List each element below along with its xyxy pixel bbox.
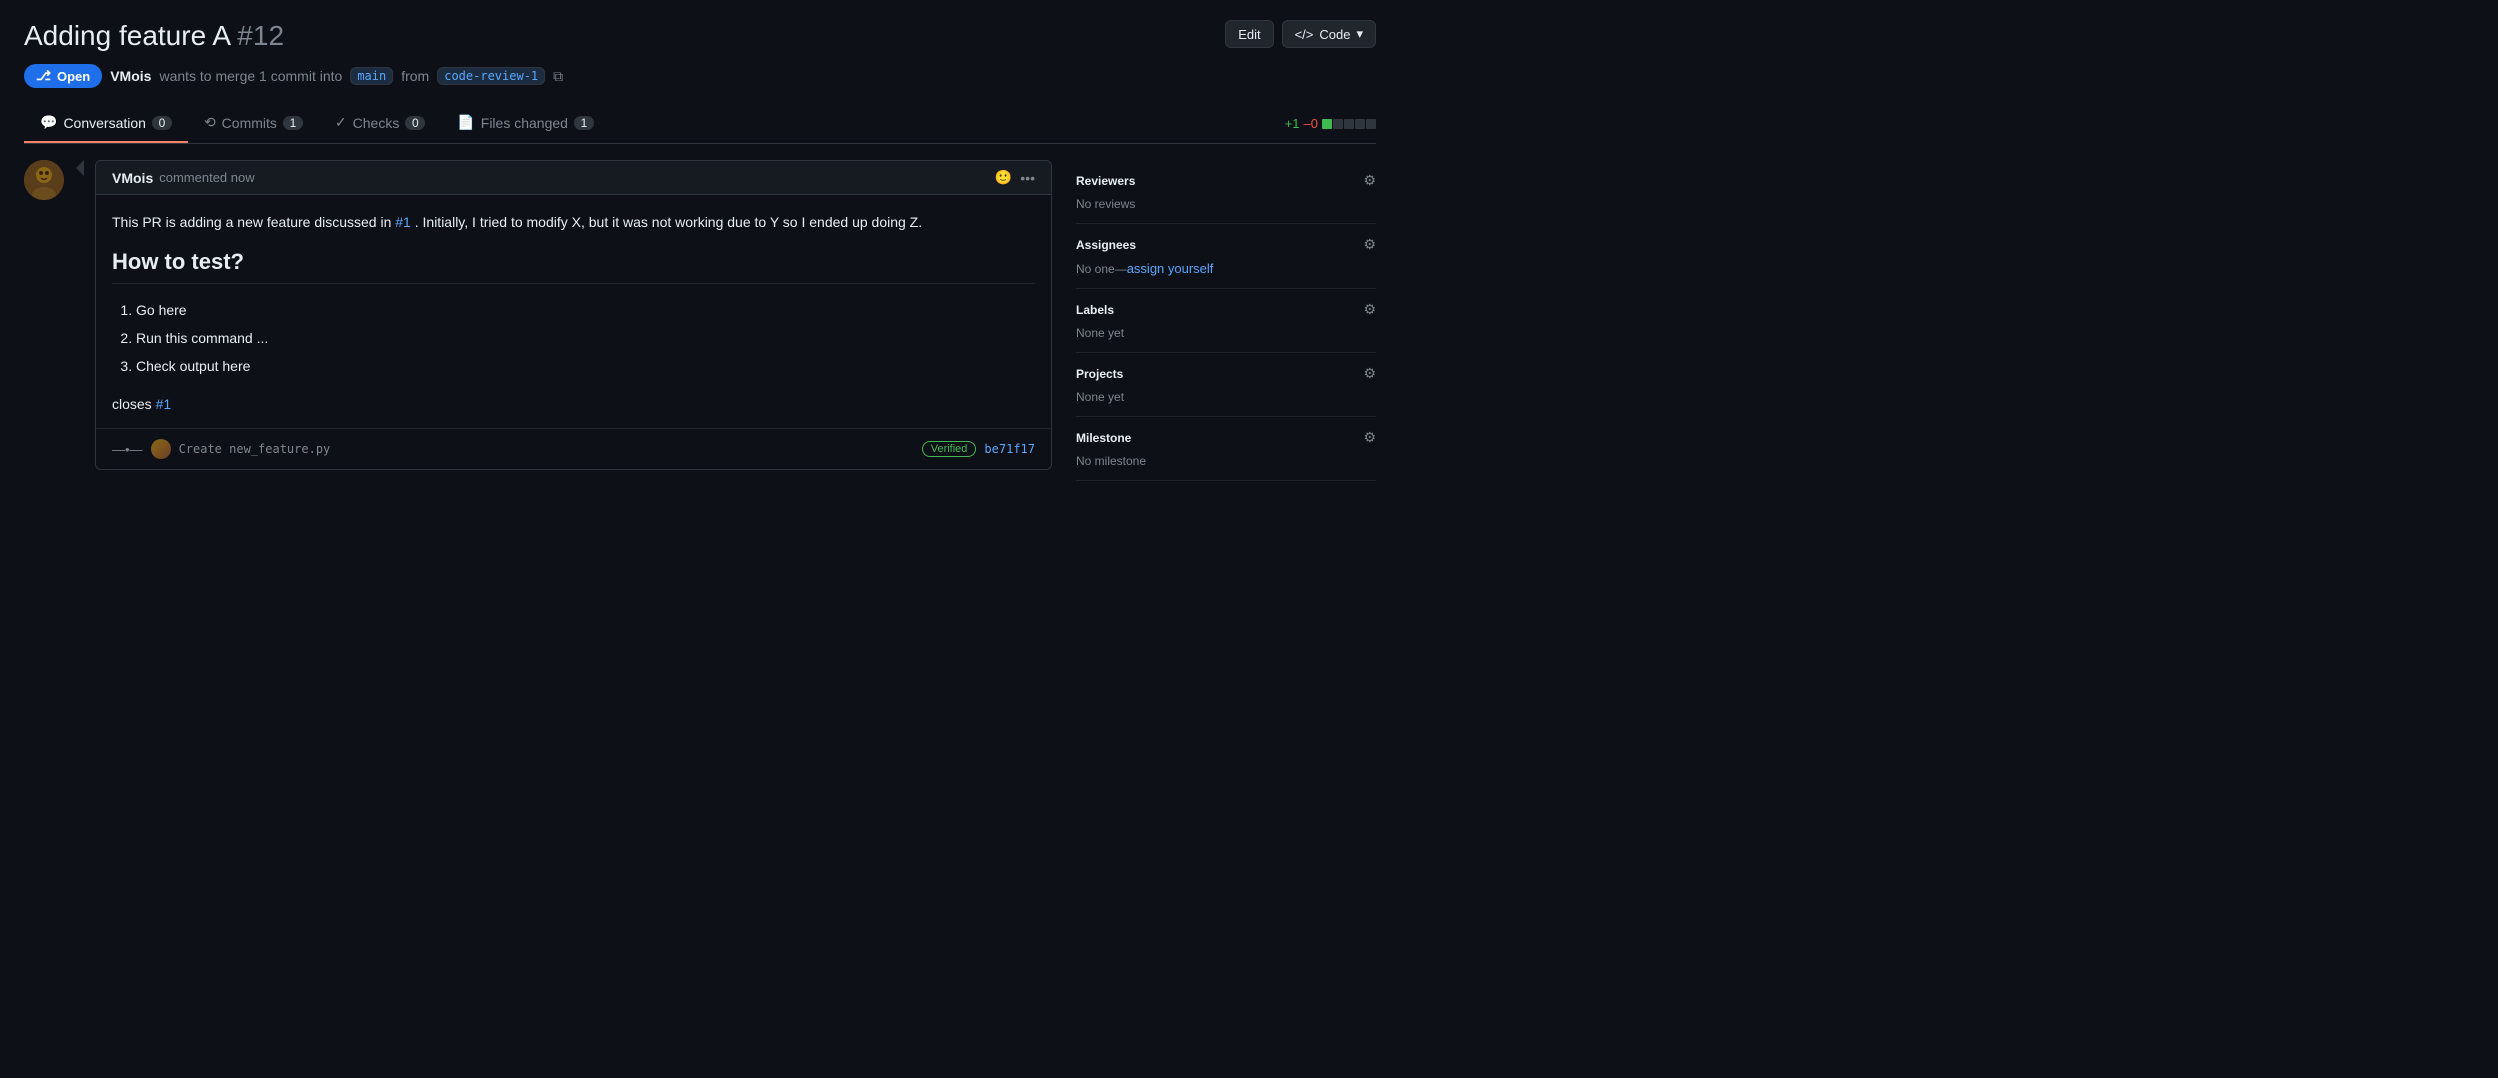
comment-text: This PR is adding a new feature discusse… <box>112 211 1035 233</box>
assignees-gear-icon[interactable]: ⚙ <box>1363 236 1376 253</box>
base-branch-tag: main <box>350 67 393 85</box>
sidebar-section-assignees: Assignees ⚙ No one—assign yourself <box>1076 224 1376 289</box>
reviewers-gear-icon[interactable]: ⚙ <box>1363 172 1376 189</box>
projects-gear-icon[interactable]: ⚙ <box>1363 365 1376 382</box>
tab-commits[interactable]: ⟲ Commits 1 <box>188 104 319 143</box>
list-item: Check output here <box>136 352 1035 380</box>
how-to-test-heading: How to test? <box>112 249 1035 284</box>
bar-segment-1 <box>1322 119 1332 129</box>
diff-stat-bar <box>1322 119 1376 129</box>
emoji-reaction-icon[interactable]: 🙂 <box>995 169 1012 186</box>
reviewers-value: No reviews <box>1076 197 1376 211</box>
labels-gear-icon[interactable]: ⚙ <box>1363 301 1376 318</box>
main-content: VMois commented now 🙂 ••• This PR is add… <box>24 144 1376 481</box>
checks-icon: ✓ <box>335 114 347 131</box>
bar-segment-3 <box>1344 119 1354 129</box>
comment-body: This PR is adding a new feature discusse… <box>96 195 1051 428</box>
comment-card: VMois commented now 🙂 ••• This PR is add… <box>95 160 1052 470</box>
sidebar: Reviewers ⚙ No reviews Assignees ⚙ No on… <box>1076 160 1376 481</box>
commits-icon: ⟲ <box>204 114 216 131</box>
copy-icon[interactable]: ⧉ <box>553 68 563 85</box>
reviewers-title: Reviewers <box>1076 174 1135 188</box>
commit-row: —•— Create new_feature.py Verified be71f… <box>96 428 1051 469</box>
head-branch-tag: code-review-1 <box>437 67 545 85</box>
comment-block: VMois commented now 🙂 ••• This PR is add… <box>24 160 1052 470</box>
sidebar-section-labels: Labels ⚙ None yet <box>1076 289 1376 353</box>
commit-hash[interactable]: be71f17 <box>984 442 1035 456</box>
tab-checks[interactable]: ✓ Checks 0 <box>319 104 441 143</box>
more-options-icon[interactable]: ••• <box>1020 170 1035 186</box>
tab-conversation[interactable]: 💬 Conversation 0 <box>24 104 188 143</box>
comment-triangle <box>76 160 84 176</box>
comment-header: VMois commented now 🙂 ••• <box>96 161 1051 195</box>
comment-icon: 💬 <box>40 114 57 131</box>
pr-title: Adding feature A #12 <box>24 20 1376 52</box>
list-item: Go here <box>136 296 1035 324</box>
assignees-title: Assignees <box>1076 238 1136 252</box>
steps-list: Go here Run this command ... Check outpu… <box>112 296 1035 380</box>
assign-yourself-link[interactable]: assign yourself <box>1127 261 1214 276</box>
milestone-value: No milestone <box>1076 454 1376 468</box>
bar-segment-2 <box>1333 119 1343 129</box>
chevron-down-icon: ▾ <box>1356 26 1363 42</box>
issue-link-1[interactable]: #1 <box>395 214 411 230</box>
comment-author: VMois <box>112 170 153 186</box>
milestone-gear-icon[interactable]: ⚙ <box>1363 429 1376 446</box>
code-icon: </> <box>1295 27 1314 42</box>
commit-icon: —•— <box>112 442 143 457</box>
milestone-title: Milestone <box>1076 431 1131 445</box>
files-icon: 📄 <box>457 114 474 131</box>
pr-subtitle: ⎇ Open VMois wants to merge 1 commit int… <box>24 64 1376 88</box>
status-badge: ⎇ Open <box>24 64 102 88</box>
sidebar-section-milestone: Milestone ⚙ No milestone <box>1076 417 1376 481</box>
bar-segment-5 <box>1366 119 1376 129</box>
projects-value: None yet <box>1076 390 1376 404</box>
list-item: Run this command ... <box>136 324 1035 352</box>
diff-stat: +1 –0 <box>1285 116 1376 131</box>
labels-value: None yet <box>1076 326 1376 340</box>
sidebar-section-reviewers: Reviewers ⚙ No reviews <box>1076 160 1376 224</box>
merge-icon: ⎇ <box>36 68 51 84</box>
closes-link[interactable]: #1 <box>156 396 172 412</box>
comment-time: commented now <box>159 170 254 185</box>
assignees-value: No one—assign yourself <box>1076 261 1376 276</box>
conversation-area: VMois commented now 🙂 ••• This PR is add… <box>24 160 1052 481</box>
code-button[interactable]: </> Code ▾ <box>1282 20 1376 48</box>
sidebar-section-projects: Projects ⚙ None yet <box>1076 353 1376 417</box>
tabs-bar: 💬 Conversation 0 ⟲ Commits 1 ✓ Checks 0 … <box>24 104 1376 144</box>
projects-title: Projects <box>1076 367 1123 381</box>
labels-title: Labels <box>1076 303 1114 317</box>
tab-files-changed[interactable]: 📄 Files changed 1 <box>441 104 610 143</box>
commit-avatar <box>151 439 171 459</box>
verified-badge: Verified <box>922 441 977 457</box>
commit-message: Create new_feature.py <box>179 442 331 456</box>
avatar <box>24 160 64 200</box>
bar-segment-4 <box>1355 119 1365 129</box>
edit-button[interactable]: Edit <box>1225 20 1273 48</box>
closes-line: closes #1 <box>112 396 1035 412</box>
